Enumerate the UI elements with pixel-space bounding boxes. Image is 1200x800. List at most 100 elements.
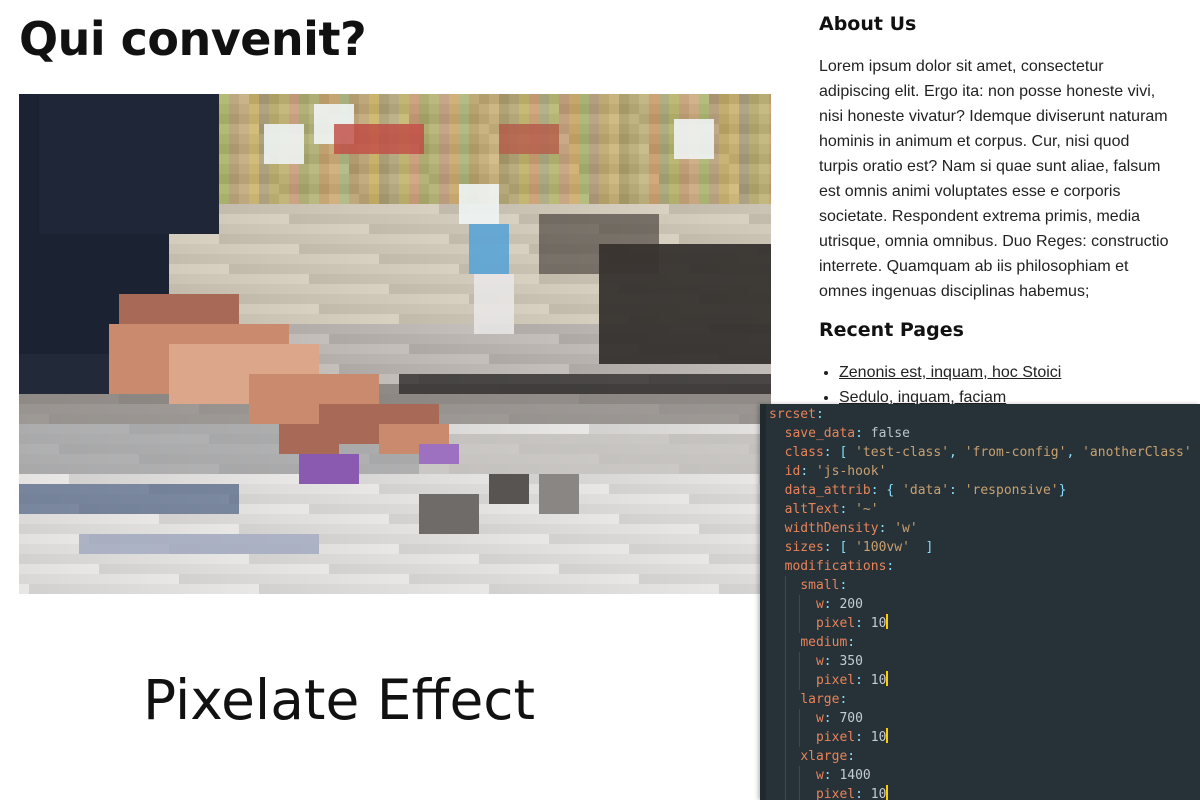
code-token: :	[800, 464, 816, 479]
code-line: sizes: [ '100vw' ]	[769, 538, 1200, 557]
indent-guide	[785, 690, 786, 709]
code-token: ,	[1066, 445, 1083, 460]
code-token: srcset	[769, 407, 816, 422]
indent-guide	[785, 614, 786, 633]
recent-page-link[interactable]: Zenonis est, inquam, hoc Stoici	[839, 364, 1061, 381]
code-line: srcset:	[769, 405, 1200, 424]
code-token: ]	[1192, 445, 1200, 460]
code-token: small	[800, 578, 840, 593]
code-line: pixel: 10	[769, 785, 1200, 800]
code-token: 'data'	[902, 483, 950, 498]
code-token: '~'	[855, 502, 879, 517]
code-token: data_attrib	[784, 483, 871, 498]
code-line: w: 200	[769, 595, 1200, 614]
code-token: w	[815, 711, 824, 726]
code-lines: srcset: save_data: false class: [ 'test-…	[769, 405, 1200, 800]
code-token: 'w'	[894, 521, 918, 536]
code-line: pixel: 10	[769, 728, 1200, 747]
code-token: 10	[870, 787, 887, 800]
code-token: :	[886, 559, 895, 574]
code-token: pixel	[815, 673, 856, 688]
code-token: :	[815, 407, 824, 422]
indent-guide	[785, 671, 786, 690]
code-token: : [	[823, 540, 856, 555]
code-token: pixel	[815, 730, 856, 745]
indent-guide	[799, 709, 800, 728]
code-line: save_data: false	[769, 424, 1200, 443]
indent-guide	[785, 633, 786, 652]
indent-guide	[799, 785, 800, 800]
pixelate-effect-caption: Pixelate Effect	[143, 668, 536, 732]
code-line: w: 1400	[769, 766, 1200, 785]
code-line: data_attrib: { 'data': 'responsive'}	[769, 481, 1200, 500]
code-token: false	[870, 426, 910, 441]
code-token: :	[823, 654, 840, 669]
code-token: 'responsive'	[964, 483, 1059, 498]
code-token: 200	[839, 597, 863, 612]
code-token: xlarge	[800, 749, 848, 764]
code-token: modifications	[784, 559, 887, 574]
indent-guide	[785, 709, 786, 728]
indent-guide	[785, 652, 786, 671]
code-token: altText	[784, 502, 840, 517]
code-token: 'anotherClass'	[1082, 445, 1192, 460]
page-title: Qui convenit?	[19, 12, 367, 66]
indent-guide	[799, 728, 800, 747]
code-token: :	[823, 768, 840, 783]
indent-guide	[799, 671, 800, 690]
code-token: :	[823, 597, 840, 612]
code-token: sizes	[784, 540, 824, 555]
code-token: 10	[870, 673, 887, 688]
editor-gutter	[760, 404, 766, 800]
indent-guide	[799, 614, 800, 633]
code-token: class	[784, 445, 824, 460]
indent-guide	[785, 595, 786, 614]
code-editor-panel[interactable]: srcset: save_data: false class: [ 'test-…	[760, 404, 1200, 800]
code-token: w	[815, 768, 824, 783]
code-token: :	[855, 787, 871, 800]
code-line: w: 700	[769, 709, 1200, 728]
code-token: save_data	[784, 426, 856, 441]
about-us-text: Lorem ipsum dolor sit amet, consectetur …	[819, 58, 1169, 300]
code-line: large:	[769, 690, 1200, 709]
code-token: 'from-config'	[964, 445, 1067, 460]
recent-pages-list: Zenonis est, inquam, hoc Stoici Sedulo, …	[819, 360, 1061, 410]
indent-guide	[785, 785, 786, 800]
code-token: :	[839, 502, 856, 517]
list-item: Zenonis est, inquam, hoc Stoici	[839, 360, 1061, 385]
indent-guide	[799, 595, 800, 614]
code-line: widthDensity: 'w'	[769, 519, 1200, 538]
code-token: medium	[800, 635, 848, 650]
code-token: :	[847, 635, 856, 650]
code-line: small:	[769, 576, 1200, 595]
code-token: '100vw'	[855, 540, 910, 555]
text-cursor	[886, 728, 889, 743]
indent-guide	[785, 766, 786, 785]
indent-guide	[799, 652, 800, 671]
code-token: w	[815, 654, 824, 669]
code-token: large	[800, 692, 840, 707]
code-token: :	[855, 426, 871, 441]
indent-guide	[799, 766, 800, 785]
code-token: w	[815, 597, 824, 612]
text-cursor	[886, 671, 889, 686]
code-token: :	[855, 730, 871, 745]
code-token: :	[855, 673, 871, 688]
indent-guide	[785, 747, 786, 766]
code-token: 700	[839, 711, 863, 726]
code-token: :	[839, 692, 848, 707]
code-line: class: [ 'test-class', 'from-config', 'a…	[769, 443, 1200, 462]
code-token: 'js-hook'	[815, 464, 887, 479]
code-token: pixel	[815, 616, 856, 631]
code-token: }	[1058, 483, 1067, 498]
code-token: 1400	[839, 768, 871, 783]
code-line: medium:	[769, 633, 1200, 652]
code-token: : [	[823, 445, 856, 460]
code-token: pixel	[815, 787, 856, 800]
indent-guide	[785, 576, 786, 595]
code-line: pixel: 10	[769, 671, 1200, 690]
code-token: ,	[949, 445, 965, 460]
code-token: 10	[870, 730, 887, 745]
code-token: 'test-class'	[855, 445, 950, 460]
code-token: :	[847, 749, 856, 764]
